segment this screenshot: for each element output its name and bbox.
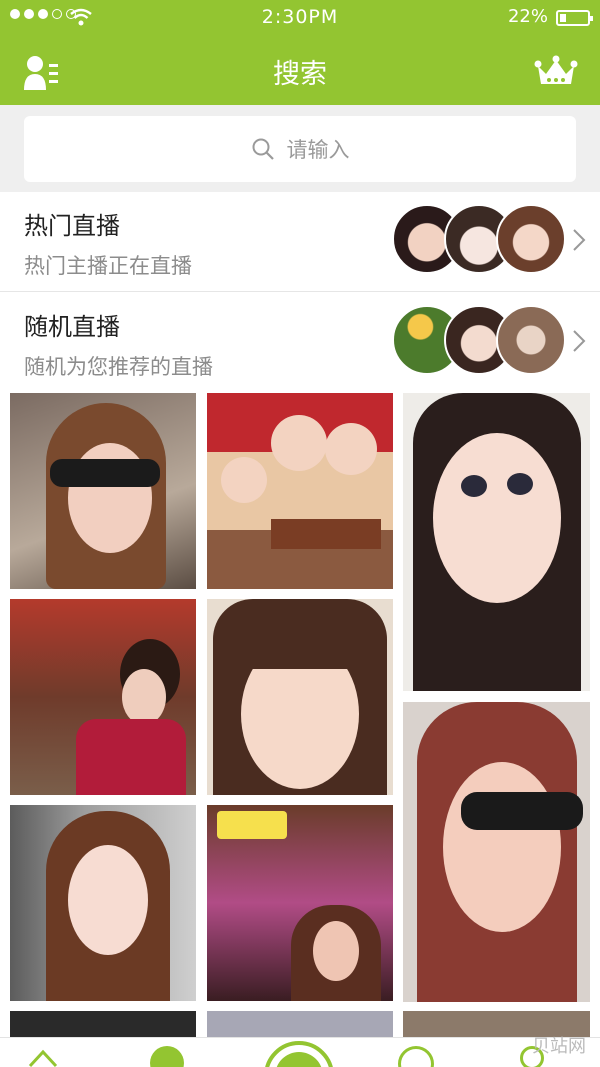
home-tab-icon[interactable]: [28, 1046, 58, 1067]
avatar: [496, 204, 566, 274]
search-placeholder: 请输入: [286, 138, 350, 162]
photo-tile[interactable]: [207, 805, 393, 1001]
random-live-subtitle: 随机为您推荐的直播: [24, 355, 213, 379]
search-input[interactable]: 请输入: [24, 116, 576, 182]
profile-tab-icon[interactable]: [150, 1046, 184, 1067]
chevron-right-icon: [573, 229, 586, 251]
photo-tile[interactable]: [207, 599, 393, 795]
live-photo-grid: [0, 393, 600, 1037]
random-live-row[interactable]: 随机直播 随机为您推荐的直播: [0, 293, 600, 393]
search-icon: [252, 138, 274, 160]
photo-tile: [10, 1011, 196, 1037]
discover-tab-icon[interactable]: [398, 1046, 434, 1067]
photo-tile[interactable]: [10, 393, 196, 589]
top-bar: 2:30PM 22% 搜索: [0, 0, 600, 105]
live-tab-button[interactable]: [264, 1041, 334, 1067]
crown-icon[interactable]: [534, 54, 578, 88]
hot-live-avatars: [392, 204, 566, 276]
random-live-avatars: [392, 305, 566, 377]
page-title: 搜索: [273, 59, 327, 90]
hot-live-row[interactable]: 热门直播 热门主播正在直播: [0, 192, 600, 292]
photo-tile[interactable]: [403, 393, 590, 691]
search-area: 请输入: [0, 105, 600, 192]
photo-tile[interactable]: [10, 805, 196, 1001]
photo-tile: [207, 1011, 393, 1037]
status-bar: 2:30PM 22%: [0, 0, 600, 36]
chevron-right-icon: [573, 330, 586, 352]
tab-bar: [0, 1037, 600, 1067]
photo-tile[interactable]: [403, 702, 590, 1002]
battery-percent: 22%: [507, 6, 548, 27]
photo-tile[interactable]: [10, 599, 196, 795]
photo-tile[interactable]: [207, 393, 393, 589]
random-live-title: 随机直播: [24, 313, 120, 341]
hot-live-title: 热门直播: [24, 212, 120, 240]
battery-icon: [556, 10, 593, 26]
avatar: [496, 305, 566, 375]
watermark: 贝站网: [532, 1036, 586, 1057]
hot-live-subtitle: 热门主播正在直播: [24, 254, 192, 278]
